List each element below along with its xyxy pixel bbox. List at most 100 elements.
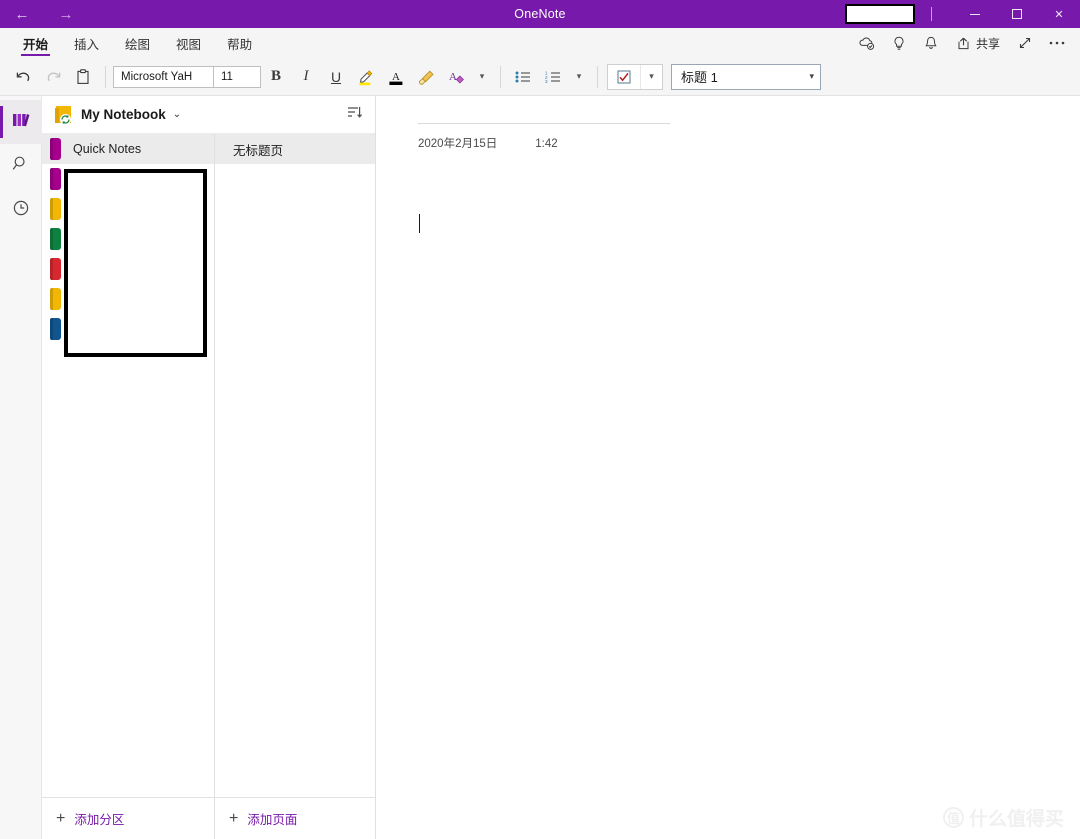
numbered-list-icon[interactable]: 123 xyxy=(538,62,568,92)
redo-icon[interactable] xyxy=(38,62,68,92)
minimize-button[interactable] xyxy=(954,0,996,28)
share-label: 共享 xyxy=(975,36,1000,51)
bell-icon[interactable] xyxy=(916,29,946,57)
text-cursor xyxy=(419,214,420,233)
add-section-label: 添加分区 xyxy=(74,813,125,827)
plus-icon: + xyxy=(229,809,239,827)
section-item-quick-notes[interactable]: Quick Notes xyxy=(42,134,214,164)
page-list: 无标题页 xyxy=(215,134,375,797)
section-color-tab xyxy=(52,138,61,160)
sync-badge-icon xyxy=(60,113,71,125)
tab-insert[interactable]: 插入 xyxy=(61,28,112,58)
redacted-section-names-box xyxy=(64,169,207,357)
title-underline xyxy=(418,123,670,124)
navigation-buttons: ← → xyxy=(0,3,80,25)
italic-button[interactable]: I xyxy=(291,62,321,92)
page-date: 2020年2月15日 xyxy=(418,138,498,150)
section-color-tab xyxy=(52,228,61,250)
notebooks-icon xyxy=(10,111,32,134)
notebook-chevron-down-icon[interactable]: ⌄ xyxy=(173,109,181,120)
bullet-list-icon[interactable] xyxy=(508,62,538,92)
undo-icon[interactable] xyxy=(8,62,38,92)
ribbon-right-icons: 共享 xyxy=(852,28,1080,58)
tab-help[interactable]: 帮助 xyxy=(214,28,265,58)
toolbar-divider-3 xyxy=(597,65,598,88)
section-label: Quick Notes xyxy=(73,142,142,156)
page-item-untitled[interactable]: 无标题页 xyxy=(215,134,375,164)
todo-checkbox-icon[interactable] xyxy=(608,65,640,89)
page-time: 1:42 xyxy=(535,138,558,150)
svg-text:3: 3 xyxy=(545,79,548,84)
style-chevron-down-icon[interactable]: ▾ xyxy=(809,71,814,82)
clear-formatting-icon[interactable]: A xyxy=(441,62,471,92)
maximize-button[interactable] xyxy=(996,0,1038,28)
search-icon xyxy=(11,154,31,179)
rail-item-notebooks[interactable] xyxy=(0,100,42,144)
font-name-input[interactable]: Microsoft YaH xyxy=(113,65,213,88)
tab-home[interactable]: 开始 xyxy=(10,28,61,58)
underline-button[interactable]: U xyxy=(321,62,351,92)
font-options-chevron-down-icon[interactable]: ▾ xyxy=(471,62,493,92)
redacted-account-box xyxy=(845,4,915,24)
watermark: 值 什么值得买 xyxy=(942,804,1064,831)
font-color-icon[interactable]: A xyxy=(381,62,411,92)
watermark-text: 什么值得买 xyxy=(968,809,1064,830)
plus-icon: + xyxy=(56,809,66,827)
lists-container: Quick Notes 无标题页 xyxy=(42,134,375,797)
clipboard-icon[interactable] xyxy=(68,62,98,92)
lightbulb-icon[interactable] xyxy=(884,29,914,57)
rail-item-search[interactable] xyxy=(0,144,42,188)
close-button[interactable]: ✕ xyxy=(1038,0,1080,28)
back-arrow-icon[interactable]: ← xyxy=(8,3,36,25)
sort-icon[interactable] xyxy=(345,104,363,125)
bold-button[interactable]: B xyxy=(261,62,291,92)
watermark-mark: 值 xyxy=(942,807,964,828)
format-painter-icon[interactable] xyxy=(411,62,441,92)
add-page-button[interactable]: + 添加页面 xyxy=(215,798,375,839)
page-canvas[interactable]: 2020年2月15日 1:42 值 什么值得买 xyxy=(376,96,1080,839)
formatting-toolbar: Microsoft YaH 11 B I U A A ▾ 123 ▾ ▾ 标题 … xyxy=(0,58,1080,96)
section-list: Quick Notes xyxy=(42,134,215,797)
style-selector[interactable]: 标题 1 ▾ xyxy=(671,63,821,90)
add-bar: + 添加分区 + 添加页面 xyxy=(42,797,375,839)
ribbon-tab-bar: 开始 插入 绘图 视图 帮助 共享 xyxy=(0,28,1080,58)
cloud-sync-icon[interactable] xyxy=(852,29,882,57)
tab-draw[interactable]: 绘图 xyxy=(112,28,163,58)
toolbar-divider xyxy=(105,65,106,88)
navigation-pane: My Notebook ⌄ Quick Notes 无标题页 + 添加分区 + … xyxy=(42,96,376,839)
section-color-tab xyxy=(52,318,61,340)
svg-text:A: A xyxy=(392,71,400,83)
section-color-tab xyxy=(52,168,61,190)
svg-text:A: A xyxy=(449,71,457,83)
page-title-area: 2020年2月15日 1:42 xyxy=(418,123,670,151)
tag-selector[interactable]: ▾ xyxy=(607,63,663,90)
font-size-input[interactable]: 11 xyxy=(213,65,261,88)
list-options-chevron-down-icon[interactable]: ▾ xyxy=(568,62,590,92)
add-page-label: 添加页面 xyxy=(247,813,298,827)
share-button[interactable]: 共享 xyxy=(948,29,1008,57)
tab-view[interactable]: 视图 xyxy=(163,28,214,58)
forward-arrow-icon[interactable]: → xyxy=(52,3,80,25)
section-color-tab xyxy=(52,198,61,220)
notebook-icon xyxy=(55,105,72,125)
left-rail xyxy=(0,96,42,839)
page-timestamp: 2020年2月15日 1:42 xyxy=(418,135,670,151)
highlighter-icon[interactable] xyxy=(351,62,381,92)
title-bar: ← → OneNote ✕ xyxy=(0,0,1080,28)
fullscreen-icon[interactable] xyxy=(1010,29,1040,57)
clock-icon xyxy=(11,198,31,223)
tag-chevron-down-icon[interactable]: ▾ xyxy=(640,64,662,89)
title-divider xyxy=(931,7,932,21)
main-area: My Notebook ⌄ Quick Notes 无标题页 + 添加分区 + … xyxy=(0,96,1080,839)
notebook-header[interactable]: My Notebook ⌄ xyxy=(42,96,375,134)
section-color-tab xyxy=(52,258,61,280)
more-options-icon[interactable] xyxy=(1042,29,1072,57)
toolbar-divider-2 xyxy=(500,65,501,88)
add-section-button[interactable]: + 添加分区 xyxy=(42,798,215,839)
section-color-tab xyxy=(52,288,61,310)
notebook-name: My Notebook xyxy=(81,107,166,122)
share-icon xyxy=(958,37,969,49)
rail-item-recent[interactable] xyxy=(0,188,42,232)
window-controls: ✕ xyxy=(845,0,1080,28)
style-value: 标题 1 xyxy=(681,70,718,85)
